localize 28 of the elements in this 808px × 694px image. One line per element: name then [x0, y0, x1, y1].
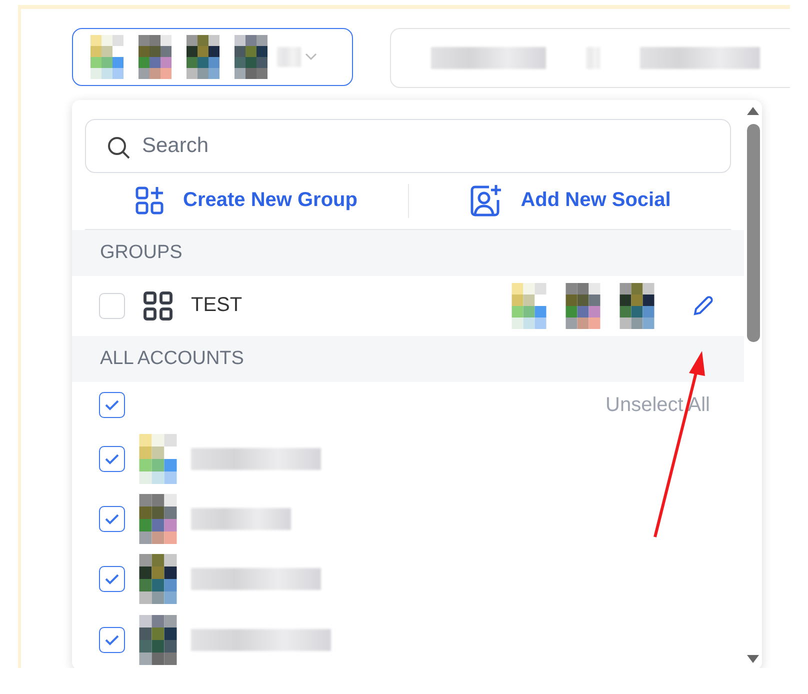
add-social-button[interactable]: Add New Social: [408, 182, 731, 219]
scrollbar-thumb[interactable]: [746, 124, 760, 342]
check-icon: [104, 573, 120, 586]
checkbox[interactable]: [99, 446, 125, 472]
checkbox[interactable]: [99, 626, 125, 653]
date-field[interactable]: [390, 28, 790, 88]
search-field[interactable]: Search: [85, 119, 731, 173]
search-icon: [107, 136, 131, 160]
checkbox[interactable]: [99, 392, 125, 418]
scroll-up-icon[interactable]: [746, 106, 760, 116]
check-icon: [104, 399, 120, 412]
checkbox[interactable]: [99, 566, 125, 592]
user-plus-icon: [468, 184, 503, 218]
chevron-down-icon: [305, 53, 317, 61]
account-selector[interactable]: [72, 28, 353, 86]
check-icon: [104, 452, 120, 465]
check-icon: [104, 513, 120, 526]
create-group-button[interactable]: Create New Group: [85, 184, 408, 217]
section-header: ALL ACCOUNTS: [100, 348, 244, 370]
scroll-down-icon[interactable]: [746, 654, 760, 664]
pencil-icon[interactable]: [692, 294, 714, 317]
grid-icon: [143, 290, 173, 321]
check-icon: [104, 634, 120, 646]
group-name: TEST: [191, 294, 242, 318]
grid-plus-icon: [135, 186, 165, 216]
blurred-label: [277, 47, 301, 67]
section-header: GROUPS: [100, 242, 182, 264]
checkbox[interactable]: [99, 506, 125, 532]
